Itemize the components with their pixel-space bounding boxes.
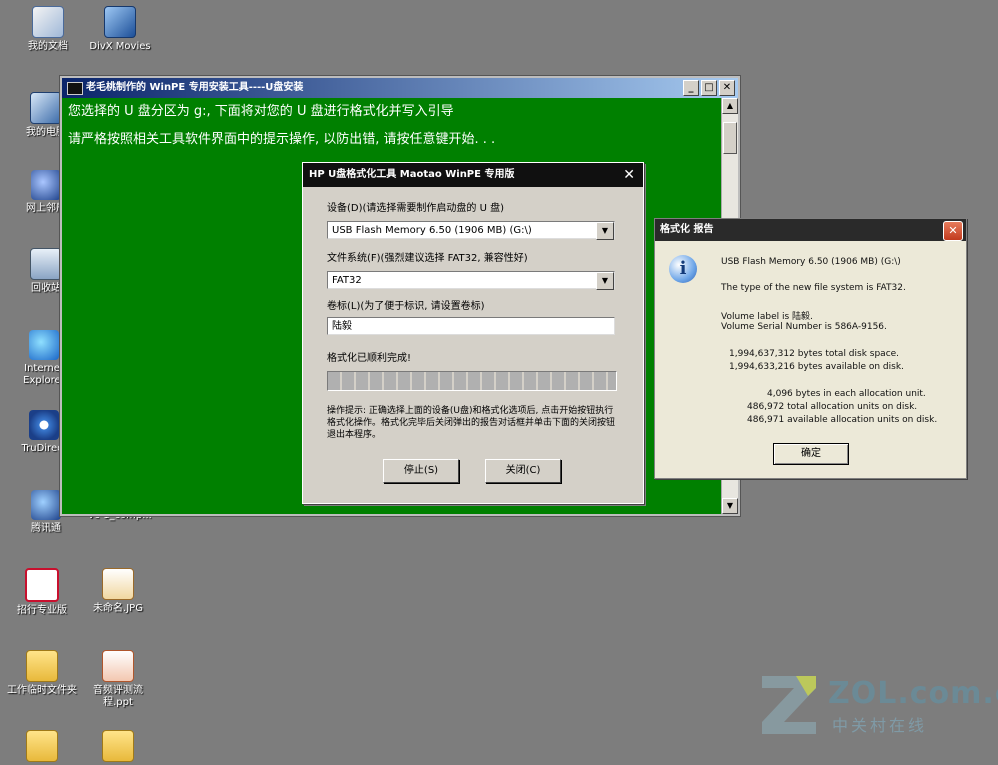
report-line: 1,994,637,312 bytes total disk space. (729, 349, 900, 359)
close-button[interactable]: 关闭(C) (485, 459, 561, 483)
stop-button[interactable]: 停止(S) (383, 459, 459, 483)
watermark-subtext: 中关村在线 (832, 716, 928, 735)
desktop-icon-divx[interactable]: DivX Movies (82, 6, 158, 53)
rtx-icon (31, 490, 61, 520)
desktop-icon-label: 未命名.JPG (93, 603, 143, 614)
operation-tip: 操作提示: 正确选择上面的设备(U盘)和格式化选项后, 点击开始按钮执行格式化操… (327, 406, 616, 440)
close-icon[interactable]: ✕ (623, 163, 635, 187)
divx-movies-icon (104, 6, 136, 38)
desktop-icon-label: DivX Movies (89, 41, 151, 52)
desktop-icon-cmb[interactable]: 招行专业版 (4, 568, 80, 617)
format-dialog-titlebar[interactable]: HP U盘格式化工具 Maotao WinPE 专用版 ✕ (303, 163, 643, 187)
report-line: 1,994,633,216 bytes available on disk. (729, 362, 904, 372)
report-line: Volume label is 陆毅. (721, 312, 813, 322)
trudirect-icon (29, 410, 59, 440)
report-line: The type of the new file system is FAT32… (721, 283, 906, 293)
console-line: 您选择的 U 盘分区为 g:, 下面将对您的 U 盘进行格式化并写入引导 (68, 104, 454, 119)
close-icon[interactable]: ✕ (943, 221, 963, 241)
scroll-thumb[interactable] (723, 122, 737, 154)
report-line: 486,971 available allocation units on di… (747, 415, 938, 425)
format-progress-bar (327, 371, 617, 391)
format-dialog[interactable]: HP U盘格式化工具 Maotao WinPE 专用版 ✕ 设备(D)(请选择需… (302, 162, 644, 504)
console-icon (67, 82, 83, 95)
format-report-dialog[interactable]: 格式化 报告 ✕ i USB Flash Memory 6.50 (1906 M… (654, 218, 967, 479)
close-button[interactable]: ✕ (719, 80, 735, 96)
filesystem-label: 文件系统(F)(强烈建议选择 FAT32, 兼容性好) (327, 253, 528, 264)
volume-label-input[interactable]: 陆毅 (327, 317, 615, 335)
desktop-icon-folder-3[interactable] (80, 730, 156, 765)
my-computer-icon (30, 92, 62, 124)
jpg-file-icon (102, 568, 134, 600)
zol-logo-icon (762, 676, 816, 734)
scroll-down-arrow-icon[interactable]: ▼ (722, 498, 738, 514)
recycle-bin-icon (30, 248, 62, 280)
internet-explorer-icon (29, 330, 59, 360)
format-status: 格式化已顺利完成! (327, 353, 412, 364)
desktop-icon-ppt[interactable]: 音频评测流程.ppt (80, 650, 156, 709)
maximize-button[interactable]: □ (701, 80, 717, 96)
console-line: 请严格按照相关工具软件界面中的提示操作, 以防出错, 请按任意键开始. . . (68, 132, 496, 147)
report-line: 486,972 total allocation units on disk. (747, 402, 918, 412)
device-select-value: USB Flash Memory 6.50 (1906 MB) (G:\) (332, 225, 532, 236)
desktop-icon-label: 腾讯通 (31, 523, 61, 534)
desktop-icon-documents[interactable]: 我的文档 (10, 6, 86, 53)
cmb-bank-icon (25, 568, 59, 602)
folder-icon (102, 730, 134, 762)
volume-label-caption: 卷标(L)(为了便于标识, 请设置卷标) (327, 301, 485, 312)
report-line: Volume Serial Number is 586A-9156. (721, 322, 887, 332)
chevron-down-icon[interactable]: ▼ (596, 272, 614, 290)
console-titlebar[interactable]: 老毛桃制作的 WinPE 专用安装工具----U盘安装 _ □ ✕ (62, 78, 738, 98)
ppt-file-icon (102, 650, 134, 682)
desktop-icon-jpg[interactable]: 未命名.JPG (80, 568, 156, 615)
desktop-icon-label: 工作临时文件夹 (7, 685, 77, 696)
filesystem-select-value: FAT32 (332, 275, 362, 286)
report-line: USB Flash Memory 6.50 (1906 MB) (G:\) (721, 257, 901, 267)
info-icon: i (669, 255, 697, 283)
report-titlebar[interactable]: 格式化 报告 ✕ (655, 219, 966, 241)
chevron-down-icon[interactable]: ▼ (596, 222, 614, 240)
filesystem-select[interactable]: FAT32 ▼ (327, 271, 615, 290)
desktop-icon-label: 我的文档 (28, 41, 68, 52)
format-dialog-title: HP U盘格式化工具 Maotao WinPE 专用版 (309, 169, 515, 180)
console-title: 老毛桃制作的 WinPE 专用安装工具----U盘安装 (86, 82, 304, 93)
minimize-button[interactable]: _ (683, 80, 699, 96)
report-title: 格式化 报告 (660, 224, 714, 235)
desktop-icon-folder-2[interactable] (4, 730, 80, 765)
desktop-icon-label: 招行专业版 (17, 605, 67, 616)
watermark-text: ZOL.com.cn (828, 676, 998, 711)
folder-icon (26, 730, 58, 762)
folder-icon (26, 650, 58, 682)
ok-button[interactable]: 确定 (773, 443, 849, 465)
device-label: 设备(D)(请选择需要制作启动盘的 U 盘) (327, 203, 504, 214)
scroll-up-arrow-icon[interactable]: ▲ (722, 98, 738, 114)
volume-label-value: 陆毅 (332, 321, 352, 332)
desktop-icon-label: 音频评测流程.ppt (93, 685, 143, 708)
documents-icon (32, 6, 64, 38)
desktop-icon-folder[interactable]: 工作临时文件夹 (4, 650, 80, 697)
device-select[interactable]: USB Flash Memory 6.50 (1906 MB) (G:\) ▼ (327, 221, 615, 240)
network-icon (31, 170, 61, 200)
report-line: 4,096 bytes in each allocation unit. (767, 389, 926, 399)
